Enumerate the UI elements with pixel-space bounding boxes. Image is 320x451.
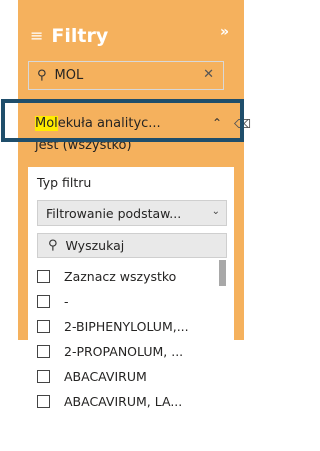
filters-title: Filtry (51, 25, 109, 47)
list-item-label: - (64, 294, 69, 309)
filters-header: ≡ Filtry (30, 22, 108, 50)
filter-card-title-highlight: Mol (35, 116, 58, 131)
list-item-label: 2-PROPANOLUM, ... (64, 344, 184, 359)
filter-type-label: Typ filtru (37, 175, 92, 190)
filters-pane: ≡ Filtry » ⚲ MOL ✕ Molekuła analityc... … (0, 0, 251, 451)
search-value: MOL (54, 68, 84, 83)
list-item-label: 2-BIPHENYLOLUM,... (64, 319, 189, 334)
filter-type-dropdown[interactable]: Filtrowanie podstaw... ⌄ (37, 200, 227, 226)
checkbox[interactable] (37, 395, 50, 408)
list-item-label: Zaznacz wszystko (64, 269, 177, 284)
list-item-select-all[interactable]: Zaznacz wszystko (37, 264, 227, 289)
checkbox[interactable] (37, 295, 50, 308)
filter-card-molekula[interactable]: Molekuła analityc... jest (wszystko) ⌃ ⌫ (27, 105, 251, 153)
collapse-pane-icon[interactable]: » (220, 24, 229, 40)
filter-type-value: Filtrowanie podstaw... (46, 205, 182, 221)
filters-search-input[interactable]: ⚲ MOL ✕ (28, 61, 224, 90)
checkbox[interactable] (37, 370, 50, 383)
filter-values-list: Zaznacz wszystko - 2-BIPHENYLOLUM,... 2-… (37, 264, 227, 414)
checkbox[interactable] (37, 320, 50, 333)
filter-icon: ≡ (30, 26, 44, 45)
list-search-placeholder: Wyszukaj (65, 238, 125, 253)
checkbox[interactable] (37, 270, 50, 283)
filter-panel: Typ filtru Filtrowanie podstaw... ⌄ ⚲ Wy… (28, 167, 234, 409)
filter-card-subtitle: jest (wszystko) (35, 138, 132, 153)
list-item-label: ABACAVIRUM, LA... (64, 394, 183, 409)
clear-search-icon[interactable]: ✕ (203, 67, 214, 82)
filter-card-title-rest: ekuła analityc... (57, 116, 161, 131)
list-item[interactable]: - (37, 289, 227, 314)
chevron-up-icon[interactable]: ⌃ (212, 116, 222, 130)
list-item[interactable]: 2-BIPHENYLOLUM,... (37, 314, 227, 339)
chevron-down-icon: ⌄ (211, 206, 220, 217)
checkbox[interactable] (37, 345, 50, 358)
list-search-input[interactable]: ⚲ Wyszukaj (37, 233, 227, 258)
list-item[interactable]: ABACAVIRUM, LA... (37, 389, 227, 414)
search-icon: ⚲ (48, 238, 58, 253)
search-icon: ⚲ (37, 68, 47, 83)
filter-card-title: Molekuła analityc... (35, 116, 161, 131)
eraser-icon[interactable]: ⌫ (234, 117, 251, 131)
list-item-label: ABACAVIRUM (64, 369, 147, 384)
list-item[interactable]: 2-PROPANOLUM, ... (37, 339, 227, 364)
list-item[interactable]: ABACAVIRUM (37, 364, 227, 389)
